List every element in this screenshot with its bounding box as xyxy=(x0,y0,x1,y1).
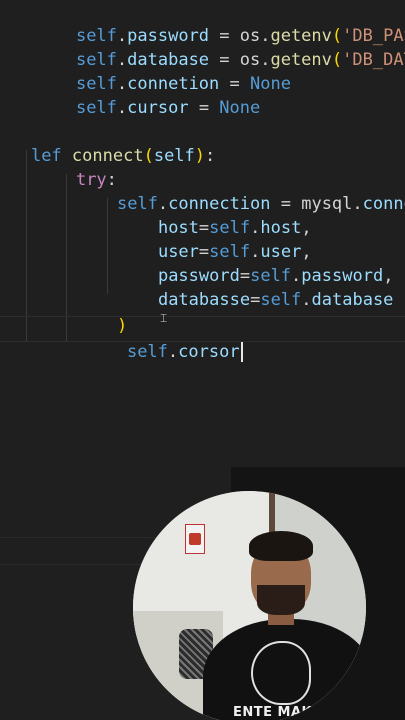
i-beam-cursor-icon: ⌶ xyxy=(160,311,168,325)
self-token: self xyxy=(260,290,302,310)
attribute-token: corsor xyxy=(178,342,240,362)
attribute-token: connecto xyxy=(362,194,405,214)
code-line[interactable]: self.cursor = None xyxy=(35,72,260,118)
paren-token: ( xyxy=(331,50,343,70)
code-line[interactable]: user=self.user, xyxy=(117,216,312,262)
paren-token: ) xyxy=(194,146,206,166)
dot-token: . xyxy=(301,290,312,310)
attribute-token: cursor xyxy=(127,98,189,118)
code-line[interactable]: databasse=self.database xyxy=(117,264,393,310)
code-line[interactable]: password=self.password, xyxy=(117,240,393,286)
wall-poster xyxy=(185,524,205,554)
equals-token: = xyxy=(250,290,261,310)
operator-token: = xyxy=(188,98,220,118)
code-line[interactable]: self.password = os.getenv('DB_PASSWO xyxy=(35,0,405,46)
person-hair xyxy=(249,531,313,561)
self-token: self xyxy=(126,342,168,362)
param-token: databasse xyxy=(157,290,251,310)
text-caret xyxy=(240,342,243,362)
colon-token: : xyxy=(205,146,216,166)
self-token: self xyxy=(75,98,117,118)
indent-guide xyxy=(26,150,27,342)
code-line[interactable]: host=self.host, xyxy=(117,192,312,238)
string-token: 'DB_DATABA xyxy=(342,50,405,70)
code-editor[interactable]: self.password = os.getenv('DB_PASSWO sel… xyxy=(0,0,405,720)
code-line[interactable]: self.database = os.getenv('DB_DATABA xyxy=(35,24,405,70)
shirt-brain-graphic xyxy=(251,641,311,705)
code-line[interactable]: try: xyxy=(35,144,117,190)
code-line[interactable]: self.connection = mysql.connecto xyxy=(76,168,405,214)
person-beard xyxy=(257,585,305,615)
attribute-token: database xyxy=(311,290,394,310)
code-line[interactable]: self.connetion = None xyxy=(35,48,291,94)
shirt-text: ENTE MAKER xyxy=(233,705,332,720)
self-param-token: self xyxy=(153,146,195,166)
dot-token: . xyxy=(116,98,128,118)
code-line[interactable]: lef connect(self): xyxy=(0,120,215,166)
paren-token: ( xyxy=(143,146,154,166)
dot-token: . xyxy=(167,342,179,362)
code-line[interactable]: ) xyxy=(76,290,127,336)
webcam-overlay: ENTE MAKER xyxy=(133,491,366,720)
keyword-token: None xyxy=(219,98,261,118)
